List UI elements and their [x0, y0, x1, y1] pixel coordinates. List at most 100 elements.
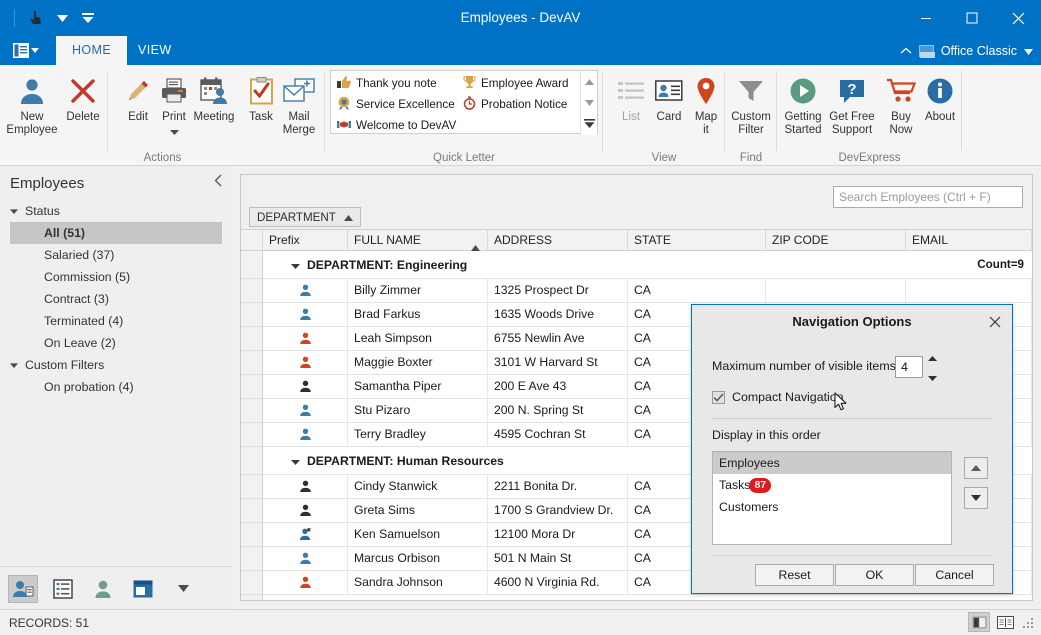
- column-header-full-name-label: FULL NAME: [354, 233, 421, 247]
- getting-started-button[interactable]: Getting Started: [777, 70, 829, 148]
- email-cell: [906, 279, 1032, 302]
- reset-button[interactable]: Reset: [755, 564, 834, 586]
- sidebar-title: Employees: [10, 175, 84, 192]
- application-menu-button[interactable]: [8, 39, 44, 62]
- search-input[interactable]: Search Employees (Ctrl + F): [833, 186, 1023, 208]
- printer-icon: [160, 74, 188, 108]
- group-row-engineering[interactable]: DEPARTMENT: Engineering Count=9: [263, 251, 1032, 279]
- navigation-sidebar: Employees Status All (51) Salaried (37) …: [0, 166, 232, 609]
- sidebar-item-contract[interactable]: Contract (3): [22, 288, 232, 310]
- maximize-button[interactable]: [949, 0, 995, 36]
- ribbon-group-actions: New Employee Delete Edit Print: [0, 65, 325, 166]
- about-button[interactable]: About: [914, 70, 966, 148]
- column-header-full-name[interactable]: FULL NAME: [348, 230, 488, 251]
- resize-grip-icon[interactable]: [1023, 616, 1035, 628]
- split-view-icon[interactable]: [968, 612, 990, 632]
- group-by-department-chip[interactable]: DEPARTMENT: [249, 207, 361, 227]
- full-name-cell: Marcus Orbison: [348, 547, 488, 570]
- new-employee-button[interactable]: New Employee: [6, 70, 58, 148]
- sidebar-item-salaried[interactable]: Salaried (37): [22, 244, 232, 266]
- user-blue-icon: [299, 404, 312, 417]
- clipboard-check-icon: [249, 74, 274, 108]
- get-free-support-button[interactable]: ? Get Free Support: [826, 70, 878, 148]
- custom-filter-button[interactable]: Custom Filter: [725, 70, 777, 148]
- column-header-address[interactable]: ADDRESS: [488, 230, 628, 251]
- skin-name-label[interactable]: Office Classic: [941, 44, 1017, 58]
- minimize-button[interactable]: [903, 0, 949, 36]
- gallery-item-service-excellence[interactable]: Service Excellence: [333, 94, 455, 115]
- gallery-item-thank-you-note[interactable]: Thank you note: [333, 73, 437, 94]
- sidebar-item-on-probation[interactable]: On probation (4): [22, 376, 232, 398]
- sort-ascending-icon[interactable]: [344, 211, 353, 224]
- collapse-arrow-icon[interactable]: [291, 454, 300, 468]
- column-header-zip-code[interactable]: ZIP CODE: [766, 230, 906, 251]
- column-header-prefix[interactable]: Prefix: [263, 230, 348, 251]
- column-header-email[interactable]: EMAIL: [906, 230, 1032, 251]
- full-name-cell: Greta Sims: [348, 499, 488, 522]
- address-cell: 1325 Prospect Dr: [488, 279, 628, 302]
- gallery-item-employee-award[interactable]: Employee Award: [459, 73, 569, 94]
- skin-preview-icon: [919, 45, 934, 57]
- compact-navigation-checkbox[interactable]: Compact Navigation: [712, 390, 844, 404]
- move-up-icon: [971, 465, 981, 471]
- tab-home[interactable]: HOME: [56, 36, 127, 65]
- list-item-employees[interactable]: Employees: [713, 452, 951, 474]
- reading-view-icon[interactable]: [994, 612, 1016, 632]
- zip-cell: [766, 279, 906, 302]
- list-item-customers[interactable]: Customers: [713, 496, 951, 518]
- gallery-label: Thank you note: [356, 77, 437, 90]
- sidebar-item-terminated[interactable]: Terminated (4): [22, 310, 232, 332]
- gallery-scroll-up-icon[interactable]: [581, 71, 598, 92]
- prefix-cell: [263, 375, 348, 398]
- gallery-expand-icon[interactable]: [581, 113, 598, 134]
- cancel-button[interactable]: Cancel: [915, 564, 994, 586]
- tasks-nav-icon[interactable]: [48, 575, 78, 603]
- mail-merge-button[interactable]: Mail Merge: [273, 70, 325, 148]
- close-button[interactable]: [995, 0, 1041, 36]
- table-row[interactable]: Billy Zimmer 1325 Prospect Dr CA: [263, 279, 1032, 303]
- title-bar: Employees - DevAV: [0, 0, 1041, 36]
- full-name-cell: Cindy Stanwick: [348, 475, 488, 498]
- max-items-label: Maximum number of visible items:: [712, 359, 899, 373]
- close-icon[interactable]: [984, 312, 1006, 332]
- gallery-item-probation-notice[interactable]: Probation Notice: [459, 94, 567, 115]
- delete-button[interactable]: Delete: [57, 70, 109, 148]
- sidebar-item-on-leave[interactable]: On Leave (2): [22, 332, 232, 354]
- address-cell: 1635 Woods Drive: [488, 303, 628, 326]
- chevron-left-icon[interactable]: [214, 174, 222, 190]
- status-bar: RECORDS: 51: [0, 609, 1041, 635]
- delete-x-icon: [69, 74, 97, 108]
- prefix-cell: [263, 327, 348, 350]
- map-pin-icon: [696, 74, 716, 108]
- print-dropdown-icon[interactable]: [170, 126, 179, 139]
- meeting-button[interactable]: Meeting: [188, 70, 240, 148]
- sidebar-item-all[interactable]: All (51): [10, 222, 222, 244]
- move-up-button[interactable]: [964, 457, 988, 479]
- collapse-arrow-icon[interactable]: [291, 258, 300, 272]
- spinner-down-icon[interactable]: [928, 368, 937, 386]
- employees-nav-icon[interactable]: [8, 575, 38, 603]
- ok-button[interactable]: OK: [835, 564, 914, 586]
- spinner-up-icon[interactable]: [928, 348, 937, 366]
- display-order-listbox[interactable]: Employees Tasks 87 Customers: [712, 451, 952, 545]
- sidebar-item-commission[interactable]: Commission (5): [22, 266, 232, 288]
- move-down-button[interactable]: [964, 487, 988, 509]
- mail-merge-icon: [283, 74, 315, 108]
- collapse-ribbon-button[interactable]: [900, 44, 912, 58]
- prefix-cell: [263, 279, 348, 302]
- max-items-spinner-input[interactable]: 4: [895, 356, 923, 378]
- more-nav-icon[interactable]: [168, 575, 198, 603]
- list-item-tasks[interactable]: Tasks 87: [713, 474, 951, 496]
- gallery-scroll-down-icon[interactable]: [581, 92, 598, 113]
- gallery-item-welcome-to-devav[interactable]: Welcome to DevAV: [333, 115, 456, 136]
- tab-view[interactable]: VIEW: [122, 36, 188, 65]
- skin-dropdown-icon[interactable]: [1024, 44, 1033, 58]
- column-header-state[interactable]: STATE: [628, 230, 766, 251]
- ribbon-tab-bar: HOME VIEW Office Classic: [0, 36, 1041, 65]
- windows-nav-icon[interactable]: [128, 575, 158, 603]
- sidebar-group-custom-filters[interactable]: Custom Filters: [10, 354, 232, 376]
- sidebar-group-status[interactable]: Status: [10, 200, 232, 222]
- customers-nav-icon[interactable]: [88, 575, 118, 603]
- list-icon: [618, 74, 644, 108]
- funnel-icon: [738, 74, 764, 108]
